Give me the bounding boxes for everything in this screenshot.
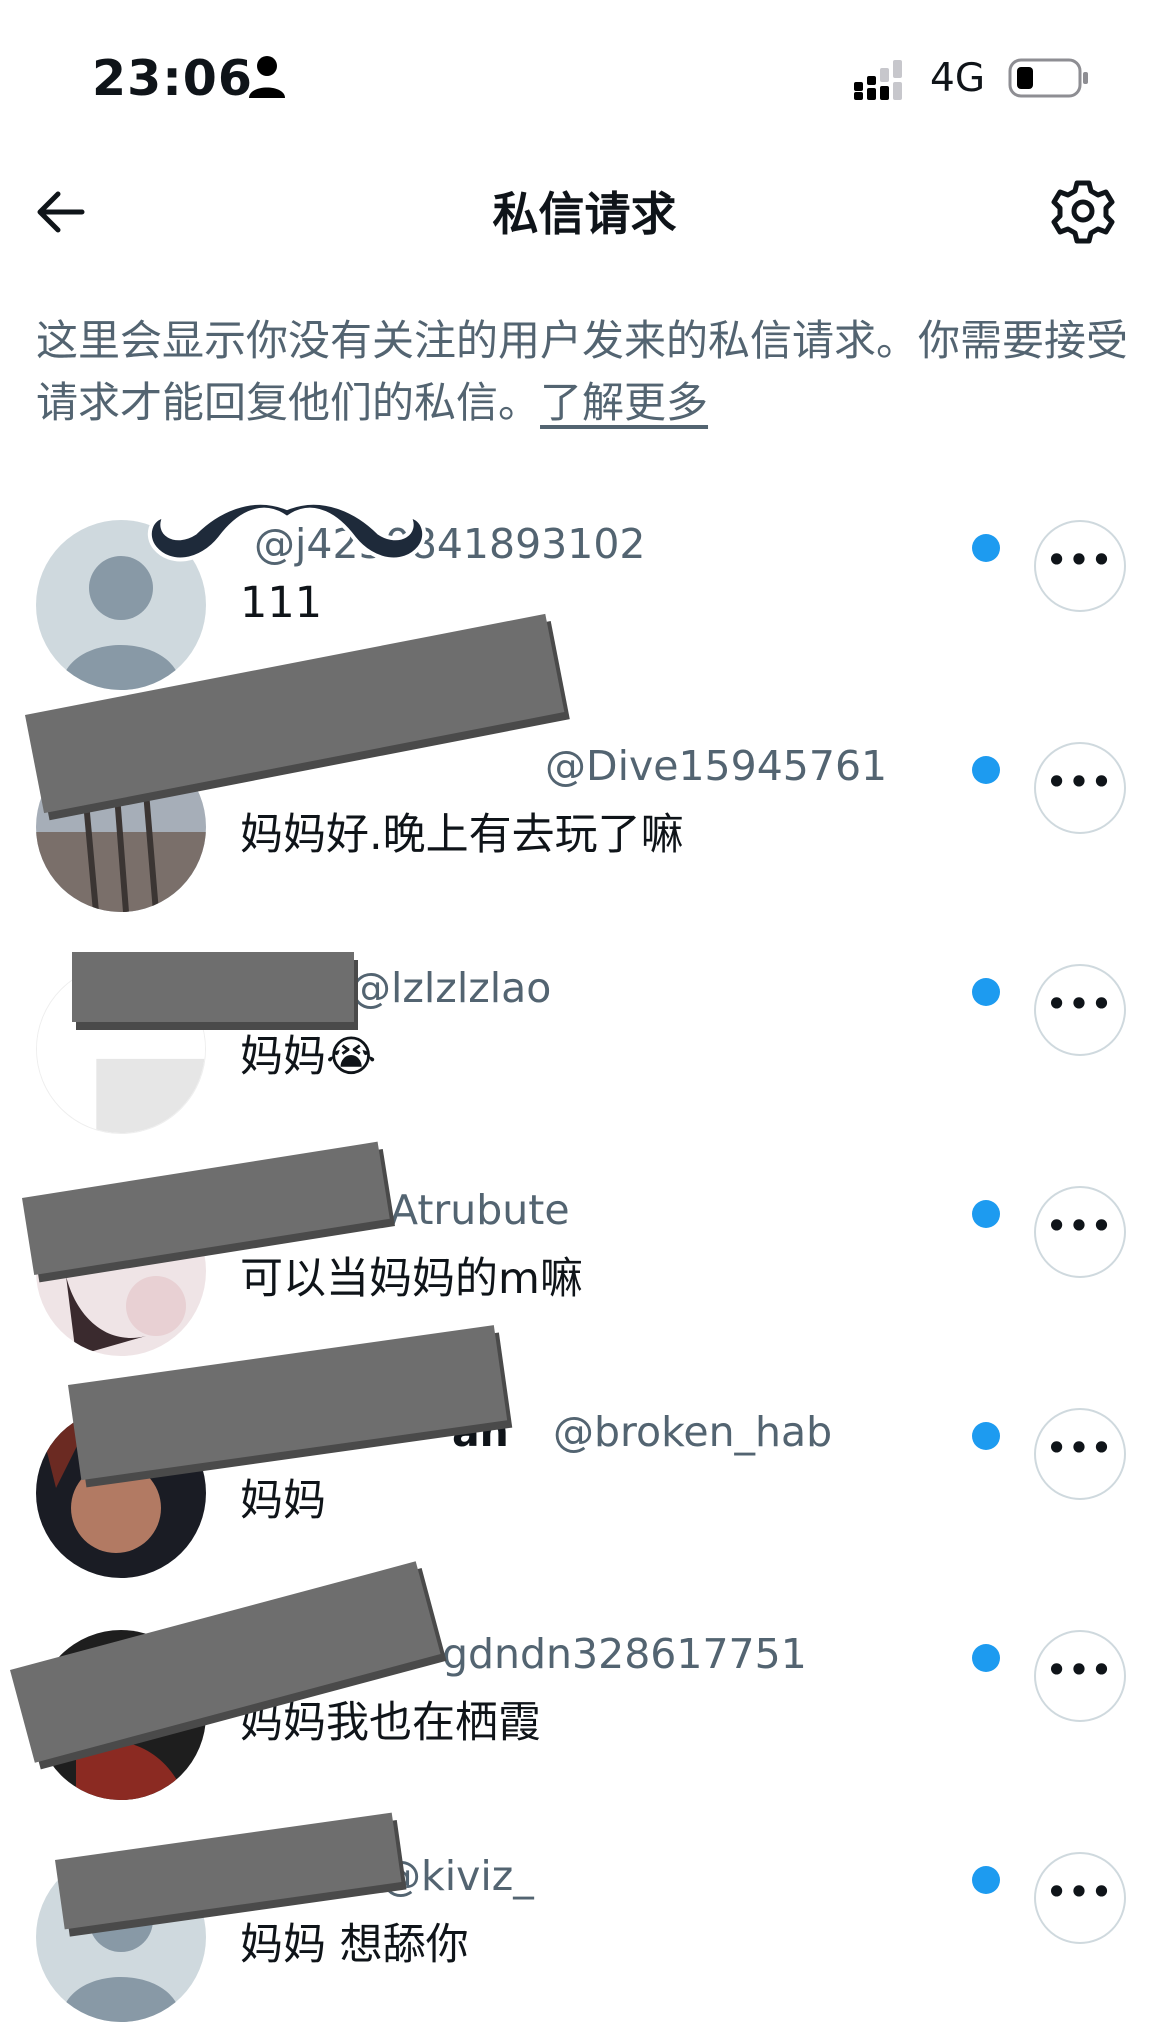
unread-dot [972,1866,1000,1894]
page-title: 私信请求 [492,187,677,241]
unread-dot [972,1200,1000,1228]
unread-dot [972,1422,1000,1450]
ellipsis-icon: ••• [1046,1207,1114,1245]
signal-icon [854,60,902,100]
ellipsis-icon: ••• [1046,1873,1114,1911]
user-handle: @Dive15945761 [545,742,888,790]
message-preview: 111 [240,578,323,628]
unread-dot [972,756,1000,784]
ellipsis-icon: ••• [1046,1429,1114,1467]
message-preview: 妈妈 [240,1476,326,1526]
unread-dot [972,1644,1000,1672]
user-handle: @lzlzlzlao [350,964,552,1012]
more-options-button[interactable]: ••• [1034,1630,1126,1722]
ellipsis-icon: ••• [1046,541,1114,579]
user-handle: @broken_hab [553,1408,833,1456]
learn-more-link[interactable]: 了解更多 [540,378,708,427]
user-handle: @kiviz_ [380,1852,534,1900]
settings-button[interactable] [1050,178,1116,244]
user-handle: Atrubute [390,1186,570,1234]
network-type: 4G [930,56,986,101]
person-icon [249,56,285,98]
unread-dot [972,978,1000,1006]
more-options-button[interactable]: ••• [1034,1852,1126,1944]
user-handle: gdndn328617751 [442,1630,807,1678]
mustache-sticker [147,500,427,562]
status-time: 23:06 [92,50,253,107]
message-preview: 妈妈 想舔你 [240,1920,469,1970]
more-options-button[interactable]: ••• [1034,964,1126,1056]
message-preview: 可以当妈妈的m嘛 [240,1254,583,1304]
more-options-button[interactable]: ••• [1034,742,1126,834]
intro-text: 这里会显示你没有关注的用户发来的私信请求。你需要接受请求才能回复他们的私信。了解… [36,310,1146,434]
message-preview: 妈妈😭 [240,1032,377,1082]
message-preview: 妈妈好.晚上有去玩了嘛 [240,810,684,860]
message-preview: 妈妈我也在栖霞 [240,1698,541,1748]
unread-dot [972,534,1000,562]
ellipsis-icon: ••• [1046,763,1114,801]
status-bar: 23:06 4G [0,0,1169,130]
redaction-block [72,952,354,1022]
header: 私信请求 [0,150,1169,270]
ellipsis-icon: ••• [1046,985,1114,1023]
more-options-button[interactable]: ••• [1034,1408,1126,1500]
gear-icon [1051,180,1115,244]
battery-icon [1008,58,1088,98]
more-options-button[interactable]: ••• [1034,520,1126,612]
ellipsis-icon: ••• [1046,1651,1114,1689]
more-options-button[interactable]: ••• [1034,1186,1126,1278]
